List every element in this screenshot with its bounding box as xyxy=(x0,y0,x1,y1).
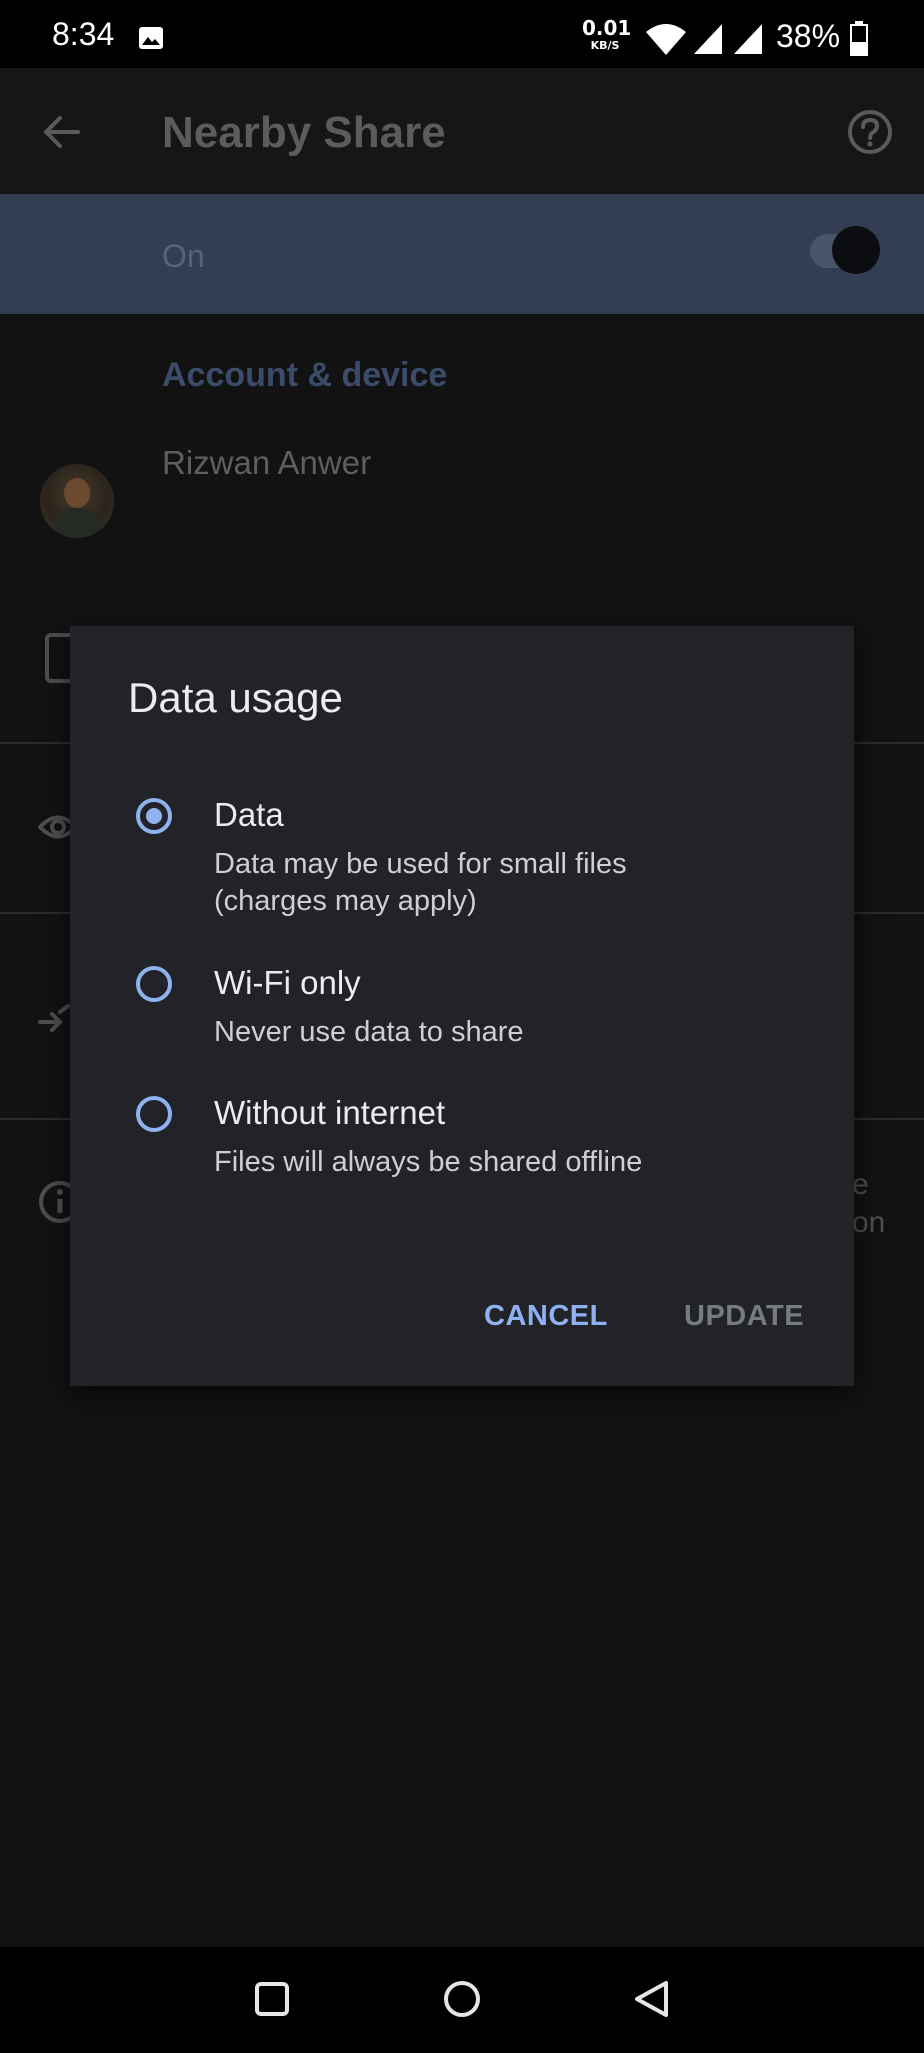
option-without-internet[interactable]: Without internet Files will always be sh… xyxy=(70,1094,854,1184)
option-data[interactable]: Data Data may be used for small files (c… xyxy=(70,796,854,917)
back-arrow-icon[interactable] xyxy=(42,112,82,152)
toggle-knob[interactable] xyxy=(832,226,880,274)
dialog-title: Data usage xyxy=(128,674,343,721)
app-bar: Nearby Share xyxy=(0,68,924,194)
avatar xyxy=(40,464,114,538)
option-label: Without internet xyxy=(214,1094,446,1131)
battery-icon xyxy=(850,21,868,56)
option-description: Never use data to share xyxy=(214,1016,524,1048)
option-label: Wi-Fi only xyxy=(214,964,361,1001)
back-triangle-icon[interactable] xyxy=(632,1979,670,2019)
data-usage-dialog: Data usage Data Data may be used for sma… xyxy=(70,626,854,1386)
option-wifi-only[interactable]: Wi-Fi only Never use data to share xyxy=(70,964,854,1054)
option-label: Data xyxy=(214,796,284,833)
section-title-account: Account & device xyxy=(162,356,448,394)
radio-data[interactable] xyxy=(136,798,172,834)
navigation-bar xyxy=(0,1947,924,2053)
radio-wifi-only[interactable] xyxy=(136,966,172,1002)
image-notification-icon xyxy=(139,27,163,49)
battery-percent: 38% xyxy=(776,18,841,54)
toggle-label: On xyxy=(162,238,205,274)
status-time: 8:34 xyxy=(52,16,115,52)
page-title: Nearby Share xyxy=(162,108,446,157)
option-description-line-1: Data may be used for small files xyxy=(214,848,627,880)
update-button[interactable]: UPDATE xyxy=(684,1300,804,1333)
wifi-icon xyxy=(646,24,686,55)
radio-selected-dot xyxy=(146,808,162,824)
option-description: Files will always be shared offline xyxy=(214,1146,643,1178)
signal-icon xyxy=(734,24,762,54)
recents-square-icon[interactable] xyxy=(254,1981,290,2017)
info-text-fragment-2: on xyxy=(852,1206,886,1239)
info-text-fragment-1: e xyxy=(852,1168,869,1201)
radio-without-internet[interactable] xyxy=(136,1096,172,1132)
option-description-line-2: (charges may apply) xyxy=(214,885,477,917)
main-toggle-row[interactable]: On xyxy=(0,194,924,314)
account-name[interactable]: Rizwan Anwer xyxy=(162,444,371,482)
cancel-button[interactable]: CANCEL xyxy=(484,1300,608,1333)
network-speed: 0.01 KB/S xyxy=(582,16,632,52)
help-icon[interactable] xyxy=(846,108,894,156)
home-circle-icon[interactable] xyxy=(442,1979,482,2019)
data-usage-arrows-icon xyxy=(38,1004,70,1032)
status-bar: 8:34 0.01 KB/S 38% xyxy=(0,0,924,68)
signal-icon xyxy=(694,24,722,54)
